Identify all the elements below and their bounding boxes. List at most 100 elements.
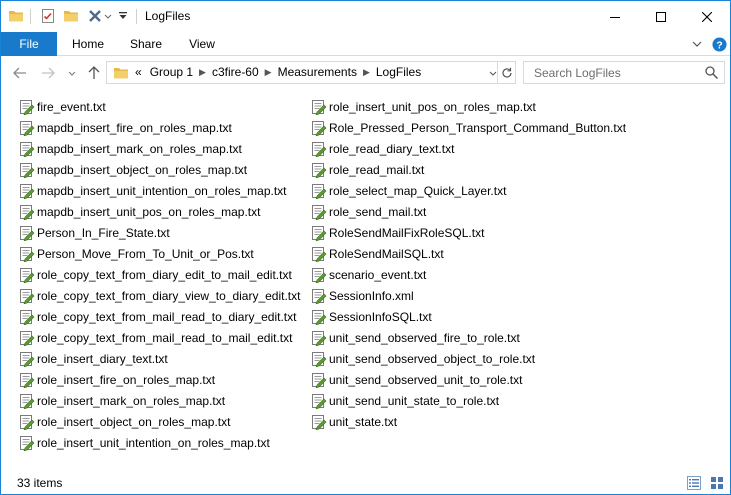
search-box[interactable]: [523, 61, 725, 84]
text-file-icon: [312, 372, 327, 388]
file-item[interactable]: RoleSendMailFixRoleSQL.txt: [311, 222, 626, 243]
file-item[interactable]: role_insert_object_on_roles_map.txt: [19, 411, 300, 432]
file-item[interactable]: role_insert_unit_intention_on_roles_map.…: [19, 432, 300, 453]
large-icons-view-icon[interactable]: [709, 475, 725, 491]
chevron-right-icon[interactable]: ▶: [199, 62, 206, 83]
text-file-icon: [20, 120, 35, 136]
delete-icon[interactable]: [85, 7, 105, 25]
text-file-icon: [312, 204, 327, 220]
file-name: mapdb_insert_object_on_roles_map.txt: [37, 162, 248, 177]
file-item[interactable]: role_insert_mark_on_roles_map.txt: [19, 390, 300, 411]
file-name: role_insert_unit_intention_on_roles_map.…: [37, 435, 270, 450]
file-item[interactable]: role_select_map_Quick_Layer.txt: [311, 180, 626, 201]
text-file-icon: [312, 183, 327, 199]
address-bar[interactable]: « Group 1 ▶ c3fire-60 ▶ Measurements ▶ L…: [106, 61, 516, 84]
maximize-button[interactable]: [638, 1, 684, 32]
file-item[interactable]: role_copy_text_from_diary_edit_to_mail_e…: [19, 264, 300, 285]
minimize-button[interactable]: [592, 1, 638, 32]
recent-locations-icon[interactable]: [65, 65, 79, 81]
file-name: Role_Pressed_Person_Transport_Command_Bu…: [329, 120, 627, 135]
text-file-icon: [20, 288, 35, 304]
file-name: unit_send_observed_unit_to_role.txt: [329, 372, 523, 387]
file-name: role_select_map_Quick_Layer.txt: [329, 183, 507, 198]
chevron-right-icon[interactable]: ▶: [363, 62, 370, 83]
file-item[interactable]: role_insert_unit_pos_on_roles_map.txt: [311, 96, 626, 117]
file-item[interactable]: mapdb_insert_unit_intention_on_roles_map…: [19, 180, 300, 201]
file-item[interactable]: Person_Move_From_To_Unit_or_Pos.txt: [19, 243, 300, 264]
file-item[interactable]: unit_send_unit_state_to_role.txt: [311, 390, 626, 411]
file-name: unit_send_observed_object_to_role.txt: [329, 351, 536, 366]
file-name: SessionInfoSQL.txt: [329, 309, 432, 324]
file-name: RoleSendMailSQL.txt: [329, 246, 444, 261]
customize-qat-icon[interactable]: [117, 7, 129, 25]
forward-arrow-icon[interactable]: [39, 65, 57, 81]
refresh-icon[interactable]: [497, 62, 516, 83]
tab-home[interactable]: Home: [63, 32, 113, 56]
file-item[interactable]: unit_send_observed_unit_to_role.txt: [311, 369, 626, 390]
file-item[interactable]: RoleSendMailSQL.txt: [311, 243, 626, 264]
file-item[interactable]: role_read_mail.txt: [311, 159, 626, 180]
file-name: unit_send_unit_state_to_role.txt: [329, 393, 500, 408]
file-item[interactable]: Person_In_Fire_State.txt: [19, 222, 300, 243]
file-item[interactable]: role_copy_text_from_mail_read_to_mail_ed…: [19, 327, 300, 348]
file-list: fire_event.txt mapdb_insert_fire_on_roles…: [1, 90, 730, 471]
file-item[interactable]: role_copy_text_from_mail_read_to_diary_e…: [19, 306, 300, 327]
file-item[interactable]: role_insert_fire_on_roles_map.txt: [19, 369, 300, 390]
file-item[interactable]: SessionInfo.xml: [311, 285, 626, 306]
file-column-right: role_insert_unit_pos_on_roles_map.txt Rol…: [311, 96, 626, 432]
file-item[interactable]: unit_state.txt: [311, 411, 626, 432]
file-item[interactable]: unit_send_observed_object_to_role.txt: [311, 348, 626, 369]
text-file-icon: [20, 330, 35, 346]
text-file-icon: [20, 372, 35, 388]
details-view-icon[interactable]: [686, 475, 702, 491]
file-item[interactable]: mapdb_insert_object_on_roles_map.txt: [19, 159, 300, 180]
chevron-down-icon[interactable]: [689, 36, 705, 52]
title-bar: LogFiles: [1, 1, 730, 32]
tab-view[interactable]: View: [177, 32, 227, 56]
text-file-icon: [312, 162, 327, 178]
file-name: mapdb_insert_unit_pos_on_roles_map.txt: [37, 204, 261, 219]
file-name: role_read_diary_text.txt: [329, 141, 455, 156]
breadcrumb-overflow[interactable]: «: [135, 62, 142, 83]
breadcrumb-c3fire-60[interactable]: c3fire-60: [212, 62, 259, 83]
text-file-icon: [20, 162, 35, 178]
file-item[interactable]: SessionInfoSQL.txt: [311, 306, 626, 327]
text-file-icon: [312, 414, 327, 430]
help-icon[interactable]: ?: [711, 36, 727, 52]
back-arrow-icon[interactable]: [11, 65, 29, 81]
breadcrumb-measurements[interactable]: Measurements: [278, 62, 357, 83]
file-item[interactable]: role_send_mail.txt: [311, 201, 626, 222]
file-name: Person_In_Fire_State.txt: [37, 225, 170, 240]
file-item[interactable]: mapdb_insert_fire_on_roles_map.txt: [19, 117, 300, 138]
new-folder-icon[interactable]: [61, 7, 81, 25]
breadcrumb-group-1[interactable]: Group 1: [150, 62, 193, 83]
search-icon[interactable]: [705, 66, 719, 82]
search-input[interactable]: [524, 62, 704, 83]
tab-file[interactable]: File: [1, 32, 57, 56]
file-item[interactable]: mapdb_insert_unit_pos_on_roles_map.txt: [19, 201, 300, 222]
file-item[interactable]: scenario_event.txt: [311, 264, 626, 285]
tab-share[interactable]: Share: [121, 32, 171, 56]
properties-icon[interactable]: [38, 7, 58, 25]
delete-dropdown-icon[interactable]: [104, 7, 112, 25]
file-name: fire_event.txt: [37, 99, 106, 114]
text-file-icon: [20, 351, 35, 367]
text-file-icon: [20, 225, 35, 241]
text-file-icon: [20, 183, 35, 199]
up-arrow-icon[interactable]: [85, 65, 103, 81]
file-item[interactable]: Role_Pressed_Person_Transport_Command_Bu…: [311, 117, 626, 138]
chevron-right-icon[interactable]: ▶: [265, 62, 272, 83]
ribbon-tabs: File Home Share View ?: [1, 32, 730, 56]
file-item[interactable]: fire_event.txt: [19, 96, 300, 117]
close-button[interactable]: [684, 1, 730, 32]
text-file-icon: [20, 393, 35, 409]
file-item[interactable]: role_read_diary_text.txt: [311, 138, 626, 159]
file-item[interactable]: role_insert_diary_text.txt: [19, 348, 300, 369]
file-item[interactable]: mapdb_insert_mark_on_roles_map.txt: [19, 138, 300, 159]
text-file-icon: [312, 120, 327, 136]
file-item[interactable]: role_copy_text_from_diary_view_to_diary_…: [19, 285, 300, 306]
breadcrumb-logfiles[interactable]: LogFiles: [376, 62, 421, 83]
file-name: role_read_mail.txt: [329, 162, 425, 177]
file-item[interactable]: unit_send_observed_fire_to_role.txt: [311, 327, 626, 348]
item-count: 33 items: [17, 476, 63, 490]
